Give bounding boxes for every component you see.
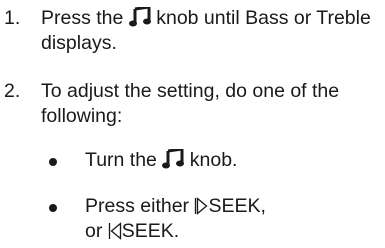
step-number: 2. xyxy=(4,80,21,102)
bullet-dot xyxy=(49,204,57,212)
bullet-dot xyxy=(49,158,57,166)
music-note-icon xyxy=(162,149,185,169)
step-text-before: Press the xyxy=(41,7,124,29)
seek-back-icon xyxy=(108,222,122,240)
bullet-text-before: Press either xyxy=(85,195,190,217)
step-number: 1. xyxy=(4,7,21,29)
music-note-icon xyxy=(128,7,151,27)
bullet-text: Turn the knob. xyxy=(85,148,380,173)
step-text: Press the knob until Bass or Treble disp… xyxy=(41,6,381,56)
seek-label: SEEK. xyxy=(121,220,180,242)
seek-forward-icon xyxy=(194,197,208,215)
seek-label: SEEK, xyxy=(208,195,266,217)
bullet-text-after: knob. xyxy=(189,149,238,171)
bullet-text-middle: or xyxy=(85,220,103,242)
bullet-text-before: Turn the xyxy=(85,149,157,171)
step-text: To adjust the setting, do one of the fol… xyxy=(41,80,340,127)
bullet-text: Press either SEEK, or SEEK. xyxy=(85,194,380,244)
